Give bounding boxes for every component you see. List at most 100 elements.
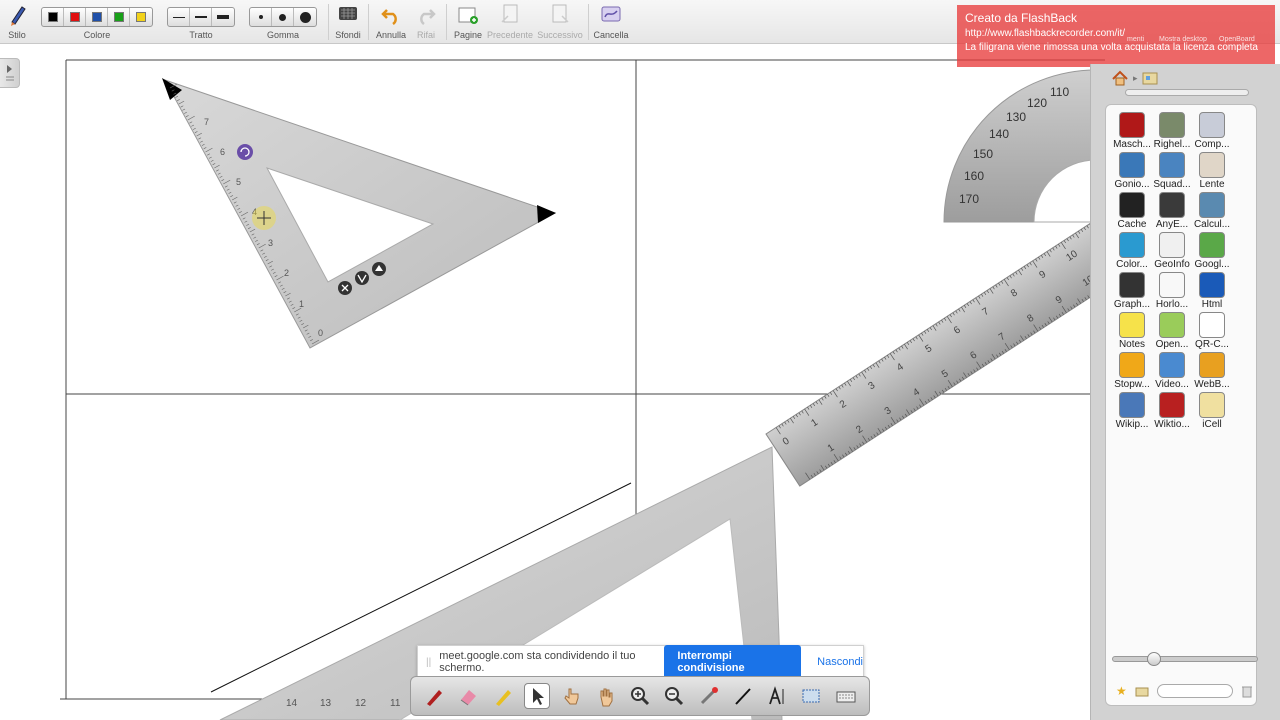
library-app[interactable]: Googl... [1192, 232, 1232, 272]
library-app[interactable]: Stopw... [1112, 352, 1152, 392]
pages-label: Pagine [453, 30, 483, 40]
protractor-label: 120 [1027, 96, 1047, 110]
favorite-star-icon[interactable]: ★ [1116, 684, 1127, 698]
app-icon [1119, 312, 1145, 338]
bottom-scale-label: 12 [355, 698, 367, 709]
library-app[interactable]: Gonio... [1112, 152, 1152, 192]
app-icon [1119, 152, 1145, 178]
library-app[interactable]: Horlo... [1152, 272, 1192, 312]
pages-button[interactable] [456, 2, 480, 31]
library-app[interactable]: Cache [1112, 192, 1152, 232]
icon-size-slider[interactable] [1112, 652, 1258, 666]
color-black-swatch[interactable] [42, 8, 64, 26]
color-yellow-swatch[interactable] [130, 8, 152, 26]
capture-tool[interactable] [798, 683, 824, 709]
library-app[interactable]: QR-C... [1192, 312, 1232, 352]
next-button[interactable] [548, 2, 572, 31]
highlighter-tool[interactable] [490, 683, 516, 709]
app-icon [1199, 152, 1225, 178]
eraser-small-button[interactable] [250, 8, 272, 26]
stroke-thin-button[interactable] [168, 8, 190, 26]
interact-tool[interactable] [558, 683, 584, 709]
library-app[interactable]: Color... [1112, 232, 1152, 272]
laser-pointer-tool[interactable] [696, 683, 722, 709]
library-app[interactable]: iCell [1192, 392, 1232, 432]
app-label: iCell [1202, 419, 1222, 430]
line-tool[interactable] [730, 683, 756, 709]
library-breadcrumb-scrollbar[interactable] [1125, 89, 1249, 96]
eraser-large-button[interactable] [294, 8, 316, 26]
library-app[interactable]: Graph... [1112, 272, 1152, 312]
color-swatch [91, 12, 102, 22]
library-app[interactable]: Wikip... [1112, 392, 1152, 432]
library-app[interactable]: Comp... [1192, 112, 1232, 152]
text-tool[interactable] [764, 683, 790, 709]
backgrounds-button[interactable] [336, 2, 360, 31]
library-app[interactable]: AnyE... [1152, 192, 1192, 232]
zoom-out-tool[interactable] [661, 683, 687, 709]
library-app-grid: Masch... Righel... Comp... Gonio... Squad...… [1112, 112, 1232, 432]
zoom-out-icon [665, 687, 684, 706]
library-app[interactable]: Wiktio... [1152, 392, 1192, 432]
zoom-in-tool[interactable] [627, 683, 653, 709]
library-app[interactable]: WebB... [1192, 352, 1232, 392]
library-app[interactable]: Squad... [1152, 152, 1192, 192]
library-app[interactable]: Html [1192, 272, 1232, 312]
set-square-draw-handle[interactable] [372, 262, 386, 276]
eraser-tool[interactable] [455, 683, 481, 709]
color-picker [41, 7, 153, 27]
hand-icon [600, 688, 613, 707]
set-square[interactable]: 0 1 2 3 4 5 6 7 [162, 78, 557, 349]
library-app[interactable]: Open... [1152, 312, 1192, 352]
clear-button[interactable] [599, 2, 623, 31]
bottom-scale-label: 11 [390, 698, 401, 709]
pen-tool[interactable] [421, 683, 447, 709]
hand-tool[interactable] [593, 683, 619, 709]
flashback-watermark: Creato da FlashBack http://www.flashback… [957, 5, 1275, 67]
library-app[interactable]: Video... [1152, 352, 1192, 392]
stroke-thick-button[interactable] [212, 8, 234, 26]
stylus-button[interactable] [4, 2, 30, 33]
library-app[interactable]: Masch... [1112, 112, 1152, 152]
set-square-label: 5 [236, 177, 241, 187]
watermark-title: Creato da FlashBack [965, 11, 1078, 25]
library-app[interactable]: Lente [1192, 152, 1232, 192]
set-square-flip-handle[interactable] [355, 271, 369, 285]
previous-page-icon [501, 4, 518, 23]
keyboard-tool[interactable] [833, 683, 859, 709]
redo-button[interactable] [414, 2, 438, 31]
library-app[interactable]: Righel... [1152, 112, 1192, 152]
library-app[interactable]: Calcul... [1192, 192, 1232, 232]
eraser-medium-button[interactable] [272, 8, 294, 26]
set-square-label: 2 [284, 268, 289, 278]
new-folder-icon[interactable] [1135, 685, 1149, 697]
set-square-close-handle[interactable] [338, 281, 352, 295]
stroke-medium-button[interactable] [190, 8, 212, 26]
app-label: Stopw... [1114, 379, 1150, 390]
home-icon[interactable] [1111, 70, 1129, 86]
whiteboard-canvas[interactable]: 14 13 12 11 170 160 150 140 130 120 110 … [0, 45, 1280, 720]
undo-button[interactable] [379, 2, 403, 31]
app-label: Horlo... [1155, 299, 1189, 310]
backgrounds-icon [339, 7, 357, 20]
applications-folder-icon[interactable] [1142, 70, 1158, 86]
drag-handle-icon[interactable]: || [426, 657, 431, 668]
slider-knob[interactable] [1147, 652, 1161, 666]
eraser-picker [249, 7, 317, 27]
library-search-field[interactable] [1156, 684, 1233, 698]
color-green-swatch[interactable] [108, 8, 130, 26]
stop-sharing-button[interactable]: Interrompi condivisione [664, 645, 802, 679]
previous-button[interactable] [498, 2, 522, 31]
watermark-ghost-text: menti [1127, 36, 1145, 43]
color-red-swatch[interactable] [64, 8, 86, 26]
library-app[interactable]: Notes [1112, 312, 1152, 352]
set-square-rotate-handle[interactable] [237, 144, 253, 160]
set-square-label: 6 [220, 147, 225, 157]
watermark-note: La filigrana viene rimossa una volta acq… [965, 42, 1258, 53]
color-blue-swatch[interactable] [86, 8, 108, 26]
undo-icon [381, 9, 397, 26]
selector-tool[interactable] [524, 683, 551, 709]
hide-button[interactable]: Nascondi [817, 656, 863, 668]
library-app[interactable]: GeoInfo [1152, 232, 1192, 272]
trash-icon[interactable] [1241, 684, 1253, 698]
